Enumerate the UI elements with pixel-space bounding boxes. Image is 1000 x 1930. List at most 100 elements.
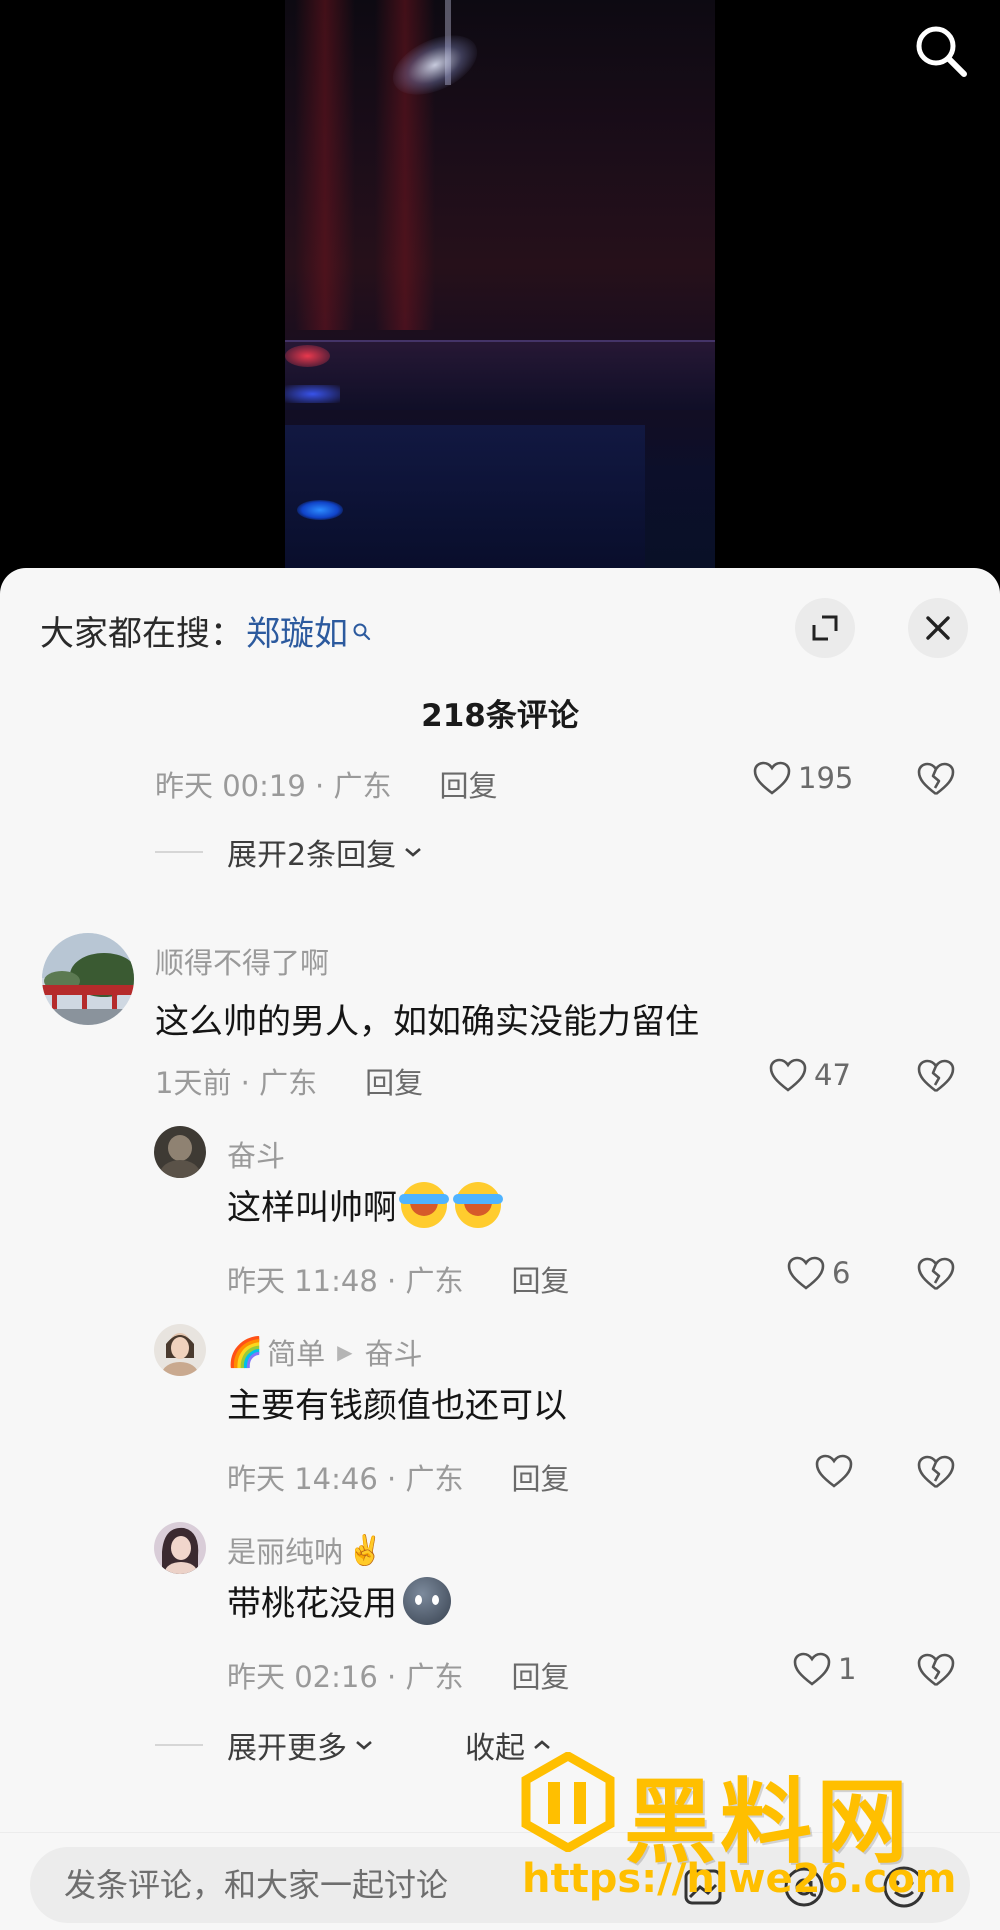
expand-icon — [812, 615, 838, 641]
expand-replies-label: 展开2条回复 — [227, 838, 397, 873]
heart-icon — [793, 1652, 831, 1686]
reply-username[interactable]: 是丽纯呐 — [227, 1529, 343, 1571]
comment-input[interactable] — [30, 1847, 970, 1923]
avatar[interactable] — [42, 933, 134, 1025]
hot-search-term[interactable]: 郑璇如 — [246, 606, 348, 655]
heart-icon — [753, 761, 791, 795]
comment-count: 218条评论 — [421, 698, 579, 734]
stage-curtain — [295, 0, 355, 330]
small-search-icon — [352, 611, 372, 640]
thread-footer: 展开更多 收起 — [155, 1723, 553, 1767]
blue-lamp — [297, 500, 343, 520]
close-icon — [926, 616, 950, 640]
collapse-button[interactable]: 收起 — [465, 1723, 553, 1767]
expand-replies-button[interactable]: 展开2条回复 — [227, 830, 424, 874]
dislike-button[interactable] — [916, 1056, 956, 1096]
comment-sheet: 大家都在搜： 郑璇如 218条评论 昨天 00:19 · 广东 回复 195 展… — [0, 568, 1000, 1930]
reply-meta: 昨天 14:46 · 广东 回复 — [227, 1456, 569, 1498]
loudly-crying-emoji — [453, 1181, 503, 1228]
heart-icon — [787, 1256, 825, 1290]
collapse-label: 收起 — [465, 1731, 525, 1766]
close-button[interactable] — [908, 598, 968, 658]
reply-time-location: 昨天 02:16 · 广东 — [227, 1660, 464, 1694]
divider — [155, 851, 203, 853]
hot-search[interactable]: 大家都在搜： 郑璇如 — [40, 606, 372, 655]
comment-time-location: 昨天 00:19 · 广东 — [155, 769, 392, 803]
comment-meta: 1天前 · 广东 回复 — [155, 1060, 423, 1102]
dislike-button[interactable] — [916, 759, 956, 799]
comment-text: 这么帅的男人，如如确实没能力留住 — [155, 1002, 699, 1042]
avatar[interactable] — [154, 1126, 206, 1178]
like-count: 1 — [838, 1652, 857, 1686]
reply-button[interactable]: 回复 — [511, 1654, 569, 1696]
dark-ball-emoji — [403, 1576, 451, 1625]
chevron-up-icon — [534, 1740, 550, 1749]
comment-username[interactable]: 顺得不得了啊 — [155, 940, 329, 982]
red-stage-light — [285, 345, 330, 367]
reply-button[interactable]: 回复 — [365, 1060, 423, 1102]
chevron-down-icon — [356, 1741, 372, 1750]
avatar[interactable] — [154, 1522, 206, 1574]
mention-button[interactable] — [780, 1863, 828, 1911]
reply-time-location: 昨天 11:48 · 广东 — [227, 1264, 464, 1298]
video-player[interactable] — [0, 0, 1000, 590]
reply-to-arrow-icon: ▶ — [337, 1340, 353, 1364]
rainbow-emoji: 🌈 — [227, 1334, 264, 1369]
like-button[interactable]: 1 — [792, 1651, 856, 1687]
reply-text: 带桃花没用 — [227, 1576, 451, 1625]
sheet-header: 大家都在搜： 郑璇如 — [0, 568, 1000, 688]
smiley-icon — [883, 1866, 925, 1908]
video-frame — [285, 0, 715, 590]
expand-more-label: 展开更多 — [227, 1731, 347, 1766]
fullscreen-button[interactable] — [795, 598, 855, 658]
like-button[interactable]: 195 — [752, 760, 853, 796]
reply-meta: 昨天 02:16 · 广东 回复 — [227, 1654, 569, 1696]
broken-heart-icon — [917, 1257, 955, 1291]
like-button[interactable]: 47 — [768, 1057, 851, 1093]
reply-button[interactable]: 回复 — [439, 763, 497, 805]
avatar[interactable] — [154, 1324, 206, 1376]
reply-button[interactable]: 回复 — [511, 1456, 569, 1498]
image-icon — [684, 1869, 722, 1905]
hot-search-label: 大家都在搜： — [40, 614, 244, 654]
reply-meta: 昨天 11:48 · 广东 回复 — [227, 1258, 569, 1300]
broken-heart-icon — [917, 762, 955, 796]
search-icon — [916, 26, 967, 77]
reply-username-row: 🌈 简单 ▶ 奋斗 — [227, 1331, 423, 1373]
stage — [285, 340, 715, 410]
reply-text: 主要有钱颜值也还可以 — [227, 1386, 567, 1426]
like-count: 195 — [798, 761, 854, 795]
comment-input-bar — [0, 1832, 1000, 1930]
like-button[interactable] — [814, 1453, 860, 1489]
reply-to-username[interactable]: 奋斗 — [365, 1331, 423, 1373]
divider — [155, 1744, 203, 1746]
comment-time-location: 1天前 · 广东 — [155, 1066, 318, 1100]
victory-hand-emoji: ✌️ — [347, 1532, 384, 1567]
reply-username[interactable]: 奋斗 — [227, 1133, 285, 1175]
heart-icon — [815, 1454, 853, 1488]
blue-stage-light — [285, 385, 340, 403]
emoji-button[interactable] — [880, 1863, 928, 1911]
expand-more-button[interactable]: 展开更多 — [227, 1723, 375, 1767]
chevron-down-icon — [405, 848, 421, 857]
like-count: 47 — [814, 1058, 851, 1092]
dislike-button[interactable] — [916, 1254, 956, 1294]
image-button[interactable] — [680, 1863, 728, 1911]
broken-heart-icon — [917, 1455, 955, 1489]
dislike-button[interactable] — [916, 1452, 956, 1492]
expand-replies-row: 展开2条回复 — [155, 830, 424, 874]
reply-username-row: 是丽纯呐 ✌️ — [227, 1529, 383, 1571]
reply-button[interactable]: 回复 — [511, 1258, 569, 1300]
like-count: 6 — [832, 1256, 851, 1290]
at-sign-icon — [784, 1867, 824, 1907]
broken-heart-icon — [917, 1059, 955, 1093]
reply-username[interactable]: 简单 — [267, 1331, 325, 1373]
loudly-crying-emoji — [399, 1181, 449, 1228]
search-button[interactable] — [910, 20, 972, 82]
dislike-button[interactable] — [916, 1650, 956, 1690]
heart-icon — [769, 1058, 807, 1092]
like-button[interactable]: 6 — [786, 1255, 850, 1291]
comment-meta: 昨天 00:19 · 广东 回复 — [155, 763, 497, 805]
reply-text-content: 这样叫帅啊 — [227, 1188, 397, 1228]
reply-text: 这样叫帅啊 — [227, 1180, 503, 1229]
